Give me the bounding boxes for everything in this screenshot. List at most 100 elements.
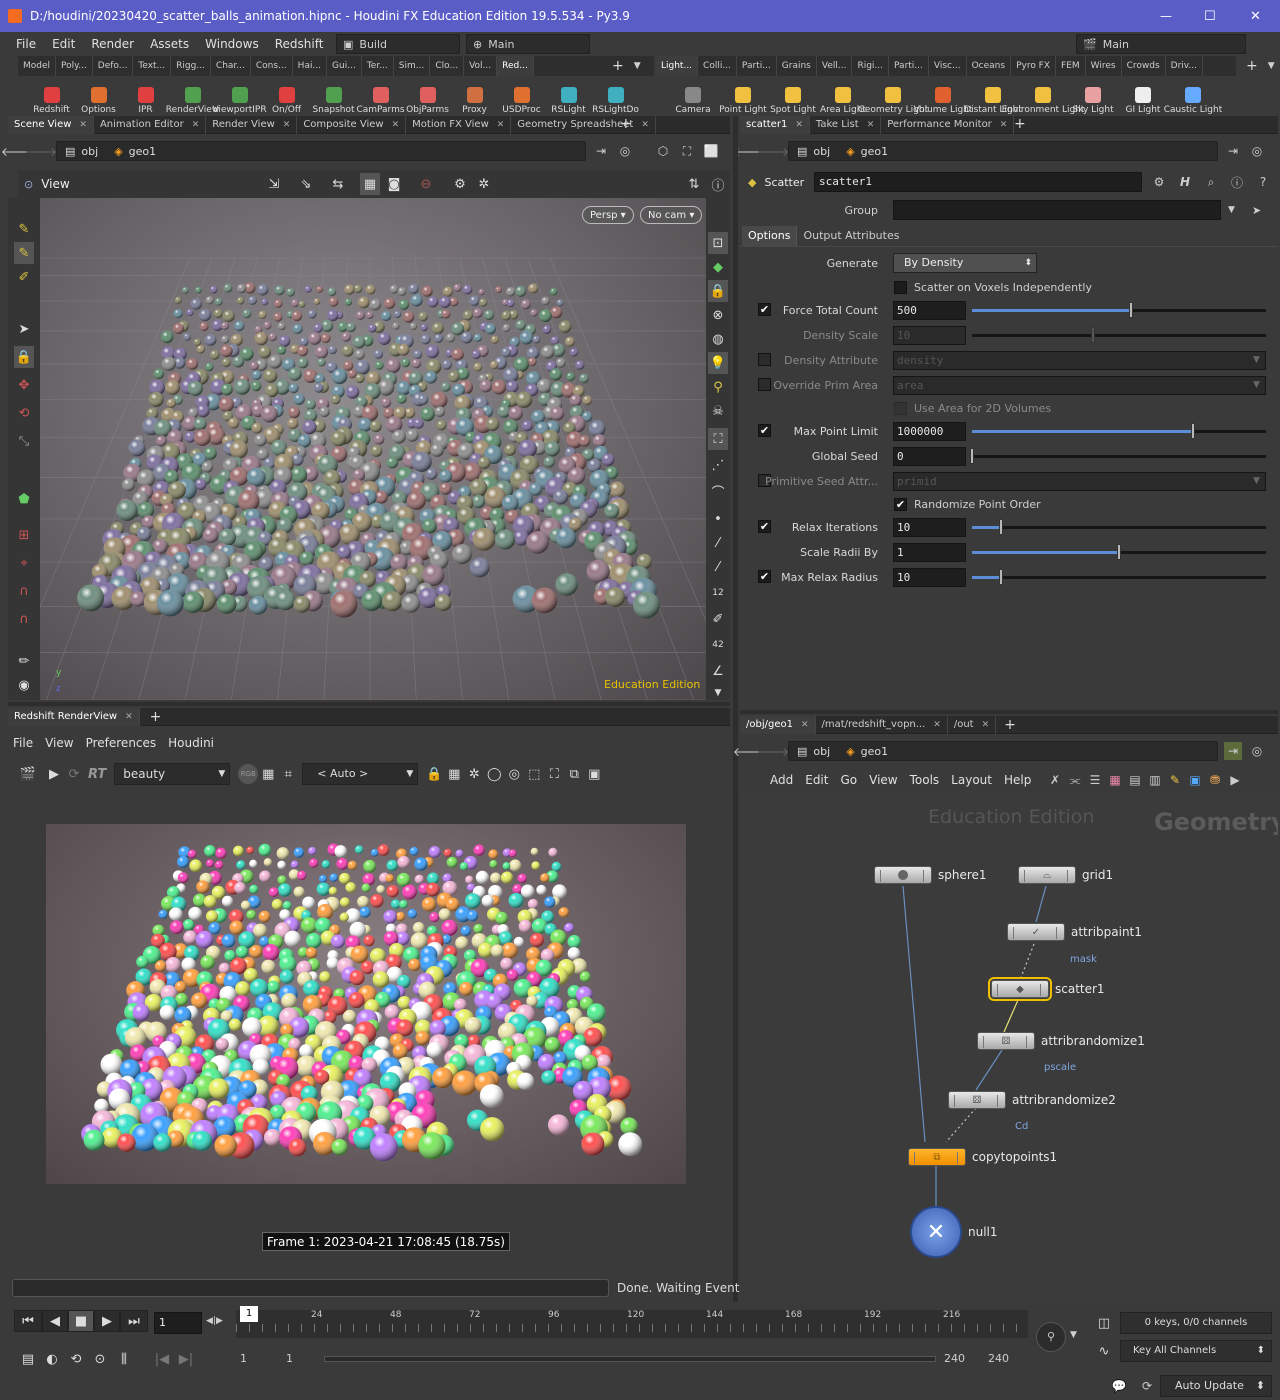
shelf-tool-ipr[interactable]: IPR [122, 77, 169, 115]
search-icon[interactable]: ⌕ [1202, 173, 1220, 191]
force-total-count-slider[interactable] [972, 302, 1266, 318]
node-scatter1[interactable]: ◆ scatter1 [988, 977, 1105, 1001]
next-key-icon[interactable]: ▶| [176, 1348, 196, 1370]
note-icon[interactable]: ✎ [1166, 771, 1184, 789]
randomize-order-checkbox[interactable]: ✔ [894, 497, 907, 511]
first-frame-icon[interactable]: ⏮ [14, 1310, 42, 1332]
rv-menu-view[interactable]: View [40, 736, 78, 750]
rv-menu-file[interactable]: File [8, 736, 38, 750]
forward-arrow-icon[interactable]: 🡒 [25, 142, 57, 160]
loop-icon[interactable]: ⟲ [66, 1348, 86, 1370]
shelf-menu-icon[interactable]: ▼ [634, 61, 641, 71]
rv-menu-preferences[interactable]: Preferences [81, 736, 162, 750]
shelf-tool-camparms[interactable]: CamParms [356, 77, 405, 115]
tab-redshift-renderview[interactable]: Redshift RenderView ✕ [8, 707, 140, 726]
shelf-tool-sky-light[interactable]: Sky Light [1068, 77, 1118, 115]
shelf-tool-rslight[interactable]: RSLight [545, 77, 592, 115]
shelf-tab-crowds[interactable]: Crowds [1122, 56, 1166, 76]
path-geo1[interactable]: ◈ geo1 [838, 142, 896, 160]
rotate-tool-icon[interactable]: ⟲ [14, 402, 34, 424]
select-arrow2-icon[interactable]: ⇘ [296, 173, 316, 195]
brush-tool-icon[interactable]: ✎ [14, 242, 34, 264]
shelf-tool-geometry-light[interactable]: Geometry Light [858, 77, 928, 115]
slider-handle[interactable] [1128, 302, 1133, 318]
slider-handle[interactable] [1190, 423, 1195, 439]
timeline-ruler[interactable]: 1 24 48 72 96 120 144 168 192 216 [236, 1306, 1028, 1338]
shelf-tab-poly[interactable]: Poly... [56, 56, 93, 76]
tab-geometry-spreadsheet[interactable]: Geometry Spreadsheet ✕ [511, 115, 656, 134]
add-tab-icon[interactable]: + [620, 116, 632, 132]
shelf-tab-parti[interactable]: Parti... [889, 56, 929, 76]
close-tab-icon[interactable]: ✕ [192, 116, 200, 134]
lock-icon[interactable]: 🔒 [14, 346, 34, 368]
curve-icon[interactable]: ∿ [1094, 1340, 1114, 1362]
select-arrow-icon[interactable]: ⇲ [264, 173, 284, 195]
display-skull-icon[interactable]: ☠ [708, 400, 728, 422]
circle-icon[interactable]: ◯ [484, 763, 504, 785]
pane-splitter-h[interactable] [8, 702, 730, 706]
square-icon[interactable]: ⬜ [702, 142, 720, 160]
rv-menu-houdini[interactable]: Houdini [163, 736, 219, 750]
display-light-icon[interactable]: 💡 [708, 352, 728, 374]
net-menu-tools[interactable]: Tools [904, 773, 946, 787]
path-obj[interactable]: ▤ obj [789, 142, 838, 160]
range-start2[interactable]: 1 [286, 1352, 293, 1365]
net-menu-help[interactable]: Help [998, 773, 1037, 787]
gear-icon[interactable]: ⚙ [1150, 173, 1168, 191]
link-icon[interactable]: ◎ [616, 142, 634, 160]
shelf-tab-oceans[interactable]: Oceans [967, 56, 1012, 76]
back-arrow-icon[interactable]: 🡐 [1, 142, 33, 160]
stop-icon[interactable]: ■ [68, 1310, 94, 1332]
render-image[interactable] [46, 824, 686, 1184]
snap-point-icon[interactable]: ⌖ [14, 552, 34, 574]
relax-iterations-toggle[interactable]: ✔ [758, 520, 771, 533]
tab-animation-editor[interactable]: Animation Editor ✕ [94, 115, 207, 134]
tab-obj-geo1[interactable]: /obj/geo1 ✕ [740, 715, 816, 734]
cube-icon[interactable]: ⬡ [654, 142, 672, 160]
scale-radii-by-field[interactable]: 1 [893, 542, 966, 562]
shelf-tab-grains[interactable]: Grains [777, 56, 817, 76]
pin-icon[interactable]: ⇥ [1224, 142, 1242, 160]
play-icon[interactable]: ▶ [44, 763, 64, 785]
node-attribrandomize2[interactable]: ⚄ attribrandomize2 [948, 1091, 1116, 1109]
clapper-icon[interactable]: 🎬 [18, 763, 38, 785]
network-path-box[interactable]: ▤ obj ◈ geo1 [788, 741, 1218, 761]
shelf-tool-snapshot[interactable]: Snapshot [310, 77, 357, 115]
transform-icon[interactable]: ⇆ [328, 173, 348, 195]
persp-menu[interactable]: Persp ▾ [582, 206, 634, 224]
camera-view-icon[interactable]: ◉ [14, 674, 34, 696]
key-wheel[interactable]: ⚲ [1036, 1322, 1066, 1352]
desktop-build-select[interactable]: ▣ Build [336, 34, 460, 54]
display-points-icon[interactable]: ⋰ [708, 454, 728, 476]
paint-tool-icon[interactable]: ✐ [14, 266, 34, 288]
close-button[interactable]: ✕ [1250, 9, 1261, 24]
range-end[interactable]: 240 [944, 1352, 965, 1365]
forward-arrow-icon[interactable]: 🡒 [757, 142, 789, 160]
grid-icon[interactable]: ▦ [258, 763, 278, 785]
stack-icon[interactable]: ⛃ [1206, 771, 1224, 789]
pin-icon[interactable]: ⇥ [1224, 742, 1242, 760]
table-icon[interactable]: ▤ [1126, 771, 1144, 789]
max-point-limit-field[interactable]: 1000000 [893, 421, 966, 441]
tab-scene-view[interactable]: Scene View ✕ [8, 115, 94, 134]
shelf-tab-pyro-fx[interactable]: Pyro FX [1011, 56, 1057, 76]
tab-options[interactable]: Options [742, 226, 797, 246]
node-copytopoints1[interactable]: ⧉ copytopoints1 [908, 1148, 1057, 1166]
camera-icon[interactable]: ⛶ [678, 142, 696, 160]
fit-icon[interactable]: ⛶ [544, 763, 564, 785]
wrench-icon[interactable]: ✗ [1046, 771, 1064, 789]
range-start[interactable]: 1 [240, 1352, 247, 1365]
network-canvas[interactable]: Education Edition Geometry sphere1 ⌓ grid… [740, 794, 1278, 1302]
display-geo-icon[interactable]: ◆ [708, 256, 728, 278]
display-brush-icon[interactable]: ✐ [708, 608, 728, 630]
shelf-tool-options[interactable]: Options [75, 77, 122, 115]
add-shelf-icon[interactable]: + [1246, 58, 1258, 74]
forward-arrow-icon[interactable]: 🡒 [757, 742, 789, 760]
generate-select[interactable]: By Density ⬍ [893, 253, 1037, 273]
override-prim-area-toggle[interactable] [758, 378, 771, 391]
last-frame-icon[interactable]: ⏭ [120, 1310, 148, 1332]
scatter-voxels-checkbox[interactable] [894, 280, 907, 294]
link-icon[interactable]: ◎ [1248, 142, 1266, 160]
net-menu-view[interactable]: View [863, 773, 903, 787]
camera-menu[interactable]: No cam ▾ [640, 206, 703, 224]
